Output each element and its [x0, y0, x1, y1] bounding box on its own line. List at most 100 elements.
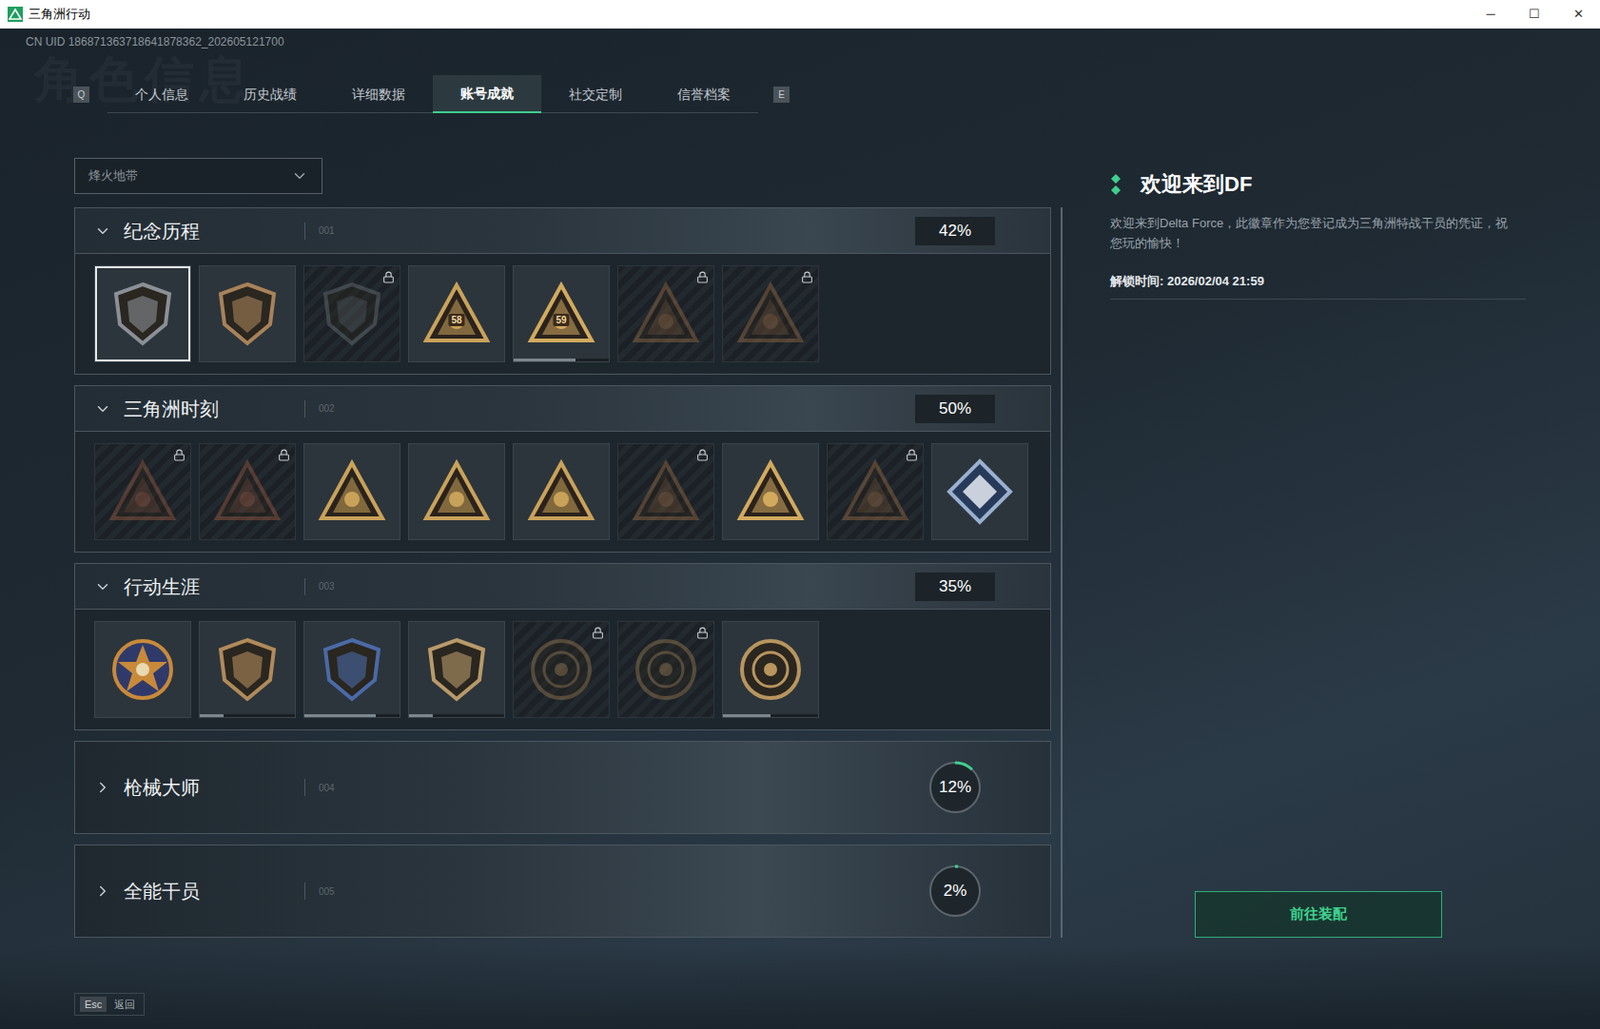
badge-tile[interactable]: [617, 265, 715, 363]
badge-tile[interactable]: [408, 621, 506, 719]
section-index: 002: [318, 401, 335, 416]
tab[interactable]: 账号成就: [432, 75, 542, 114]
content-row: 烽火地带纪念历程00142%5859三角洲时刻00250%行动生涯00335%枪…: [74, 157, 1600, 938]
achievement-section: 三角洲时刻00250%: [74, 385, 1052, 553]
section-header[interactable]: 行动生涯00335%: [75, 564, 1051, 610]
mode-select[interactable]: 烽火地带: [74, 157, 323, 195]
tab[interactable]: 信誉档案: [649, 75, 759, 114]
triangle-badge-icon: [526, 457, 596, 527]
window-control[interactable]: ✕: [1556, 0, 1600, 29]
window-control[interactable]: ☐: [1512, 0, 1557, 29]
section-header[interactable]: 纪念历程00142%: [75, 208, 1051, 254]
badge-row: [75, 431, 1051, 552]
badge-tile[interactable]: [303, 621, 401, 719]
round-badge-icon: [631, 635, 701, 704]
unlock-time: 解锁时间: 2026/02/04 21:59: [1110, 272, 1526, 300]
section-index: 005: [318, 884, 335, 899]
badge-number: 59: [552, 313, 569, 327]
progress-ring: 2%: [926, 862, 984, 920]
watermark: 角色信息: [34, 41, 255, 117]
badge-tile[interactable]: [512, 443, 610, 541]
shield-badge-icon: [213, 279, 282, 349]
badge-tile[interactable]: [721, 265, 820, 363]
badge-tile[interactable]: [512, 621, 610, 719]
detail-title: 欢迎来到DF: [1140, 168, 1252, 200]
badge-tile[interactable]: [303, 443, 401, 541]
badge-tile[interactable]: [826, 443, 924, 541]
section-list: 纪念历程00142%5859三角洲时刻00250%行动生涯00335%枪械大师0…: [74, 207, 1052, 938]
lock-icon: [905, 448, 918, 462]
badge-tile[interactable]: [931, 443, 1029, 541]
esc-key: Esc: [79, 996, 107, 1014]
lock-icon: [382, 271, 395, 284]
section-percent: 35%: [915, 572, 996, 602]
section-index: 001: [318, 223, 335, 238]
achievement-section: 行动生涯00335%: [74, 563, 1052, 731]
star-badge-icon: [108, 635, 177, 704]
badge-tile[interactable]: [721, 443, 820, 541]
chevron-right-icon: [94, 882, 112, 900]
section-header[interactable]: 枪械大师00412%: [75, 741, 1051, 834]
triangle-badge-icon: [631, 279, 701, 349]
section-index: 003: [318, 579, 335, 594]
back-hint[interactable]: Esc 返回: [74, 993, 145, 1017]
chevron-right-icon: [94, 779, 112, 797]
section-header[interactable]: 全能干员0052%: [75, 845, 1051, 937]
section-title: 三角洲时刻: [123, 394, 305, 424]
section-title: 纪念历程: [123, 216, 305, 246]
lock-icon: [800, 271, 814, 284]
divider: [304, 578, 306, 596]
window-control[interactable]: ─: [1468, 0, 1513, 29]
lock-icon: [591, 626, 605, 640]
achievement-section: 枪械大师00412%: [74, 741, 1052, 835]
divider: [304, 779, 306, 797]
key-hint: E: [773, 86, 790, 103]
triangle-badge-icon: [736, 279, 805, 349]
chevron-down-icon: [94, 578, 112, 596]
tab-bar: Q 个人信息历史战绩详细数据账号成就社交定制信誉档案 E: [73, 75, 1600, 114]
shield-badge-icon: [422, 635, 491, 704]
badge-tile[interactable]: [198, 443, 296, 541]
diamond-badge-icon: [945, 457, 1015, 527]
triangle-badge-icon: [213, 457, 282, 527]
tab[interactable]: 社交定制: [541, 75, 650, 114]
lock-icon: [696, 271, 709, 284]
badge-progress: [304, 714, 400, 718]
triangle-badge-icon: [317, 457, 387, 527]
badge-tile[interactable]: [408, 443, 506, 541]
badge-number: 58: [448, 313, 465, 327]
triangle-badge-icon: [422, 457, 491, 527]
badge-tile[interactable]: 59: [512, 265, 610, 363]
triangle-badge-icon: [736, 457, 805, 527]
tab[interactable]: 详细数据: [324, 75, 433, 114]
scrollbar[interactable]: [1060, 207, 1063, 938]
badge-tile[interactable]: [94, 443, 192, 541]
section-percent: 12%: [938, 775, 972, 800]
badge-tile[interactable]: [94, 265, 192, 363]
section-title: 枪械大师: [123, 773, 305, 802]
badge-tile[interactable]: [721, 621, 820, 719]
app-logo-icon: [7, 6, 23, 22]
key-hint: Q: [73, 86, 90, 103]
lock-icon: [696, 626, 709, 640]
badge-tile[interactable]: [94, 621, 192, 719]
window-title: 三角洲行动: [28, 4, 91, 24]
badge-row: [75, 609, 1051, 730]
chevron-down-icon: [291, 167, 309, 185]
section-header[interactable]: 三角洲时刻00250%: [75, 386, 1051, 432]
tab[interactable]: 历史战绩: [215, 75, 325, 114]
badge-tile[interactable]: [198, 621, 296, 719]
triangle-badge-icon: [840, 457, 910, 527]
shield-badge-icon: [213, 635, 282, 704]
badge-tile[interactable]: 58: [408, 265, 506, 363]
lock-icon: [173, 448, 186, 462]
equip-button[interactable]: 前往装配: [1194, 891, 1443, 938]
main-area: 角色信息CN UID 186871363718641878362_2026051…: [0, 28, 1600, 1029]
badge-tile[interactable]: [303, 265, 401, 363]
tab[interactable]: 个人信息: [107, 75, 216, 114]
badge-tile[interactable]: [617, 443, 715, 541]
round-badge-icon: [736, 635, 805, 704]
badge-tile[interactable]: [617, 621, 715, 719]
badge-tile[interactable]: [198, 265, 296, 363]
back-label: 返回: [114, 996, 139, 1014]
